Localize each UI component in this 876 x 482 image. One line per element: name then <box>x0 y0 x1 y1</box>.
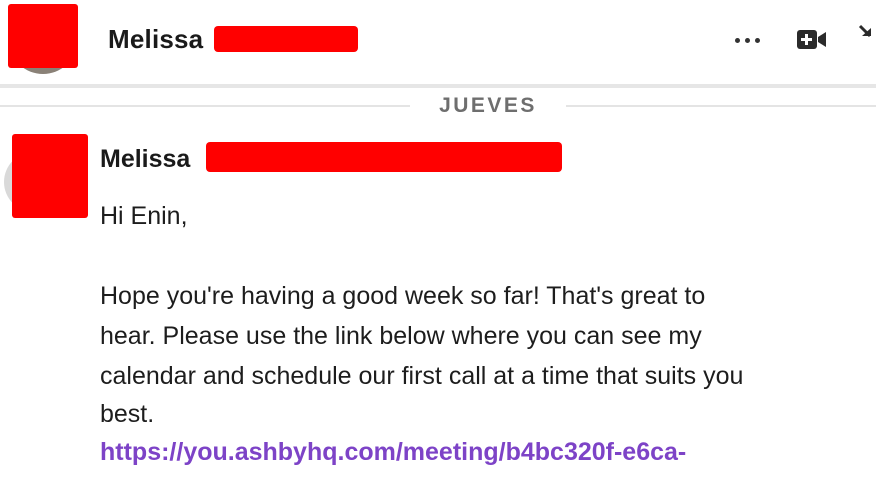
contact-name[interactable]: Melissa <box>108 24 203 54</box>
message-line: best. <box>100 400 155 428</box>
expand-arrow-icon <box>858 24 872 38</box>
sender-name[interactable]: Melissa <box>100 144 190 174</box>
message-line: hear. Please use the link below where yo… <box>100 322 702 350</box>
separator-line <box>0 105 410 107</box>
more-horizontal-icon <box>755 38 760 43</box>
video-call-button[interactable] <box>795 26 829 54</box>
separator-line <box>566 105 876 107</box>
message-line: calendar and schedule our first call at … <box>100 362 744 390</box>
message-line: Hi Enin, <box>100 202 188 230</box>
video-call-icon <box>797 30 826 49</box>
message-line: Hope you're having a good week so far! T… <box>100 282 706 310</box>
more-options-button[interactable] <box>730 28 766 52</box>
more-horizontal-icon <box>735 38 740 43</box>
conversation-header: Melissa <box>0 0 876 88</box>
sender-surname-redaction <box>206 142 562 172</box>
message-item: Melissa Hi Enin, Hope you're having a go… <box>0 126 876 482</box>
date-label: JUEVES <box>439 94 537 117</box>
sender-avatar[interactable] <box>4 134 88 226</box>
avatar-redaction <box>12 134 88 218</box>
meeting-link[interactable]: https://you.ashbyhq.com/meeting/b4bc320f… <box>100 432 686 472</box>
date-separator: JUEVES <box>0 92 876 120</box>
conversation-window: Melissa JUEVES Melissa Hi Enin, Hope you… <box>0 0 876 482</box>
expand-button[interactable] <box>856 20 876 44</box>
avatar-redaction <box>8 4 78 68</box>
header-divider <box>0 84 876 88</box>
contact-avatar[interactable] <box>8 4 78 74</box>
more-horizontal-icon <box>745 38 750 43</box>
contact-surname-redaction <box>214 26 358 52</box>
